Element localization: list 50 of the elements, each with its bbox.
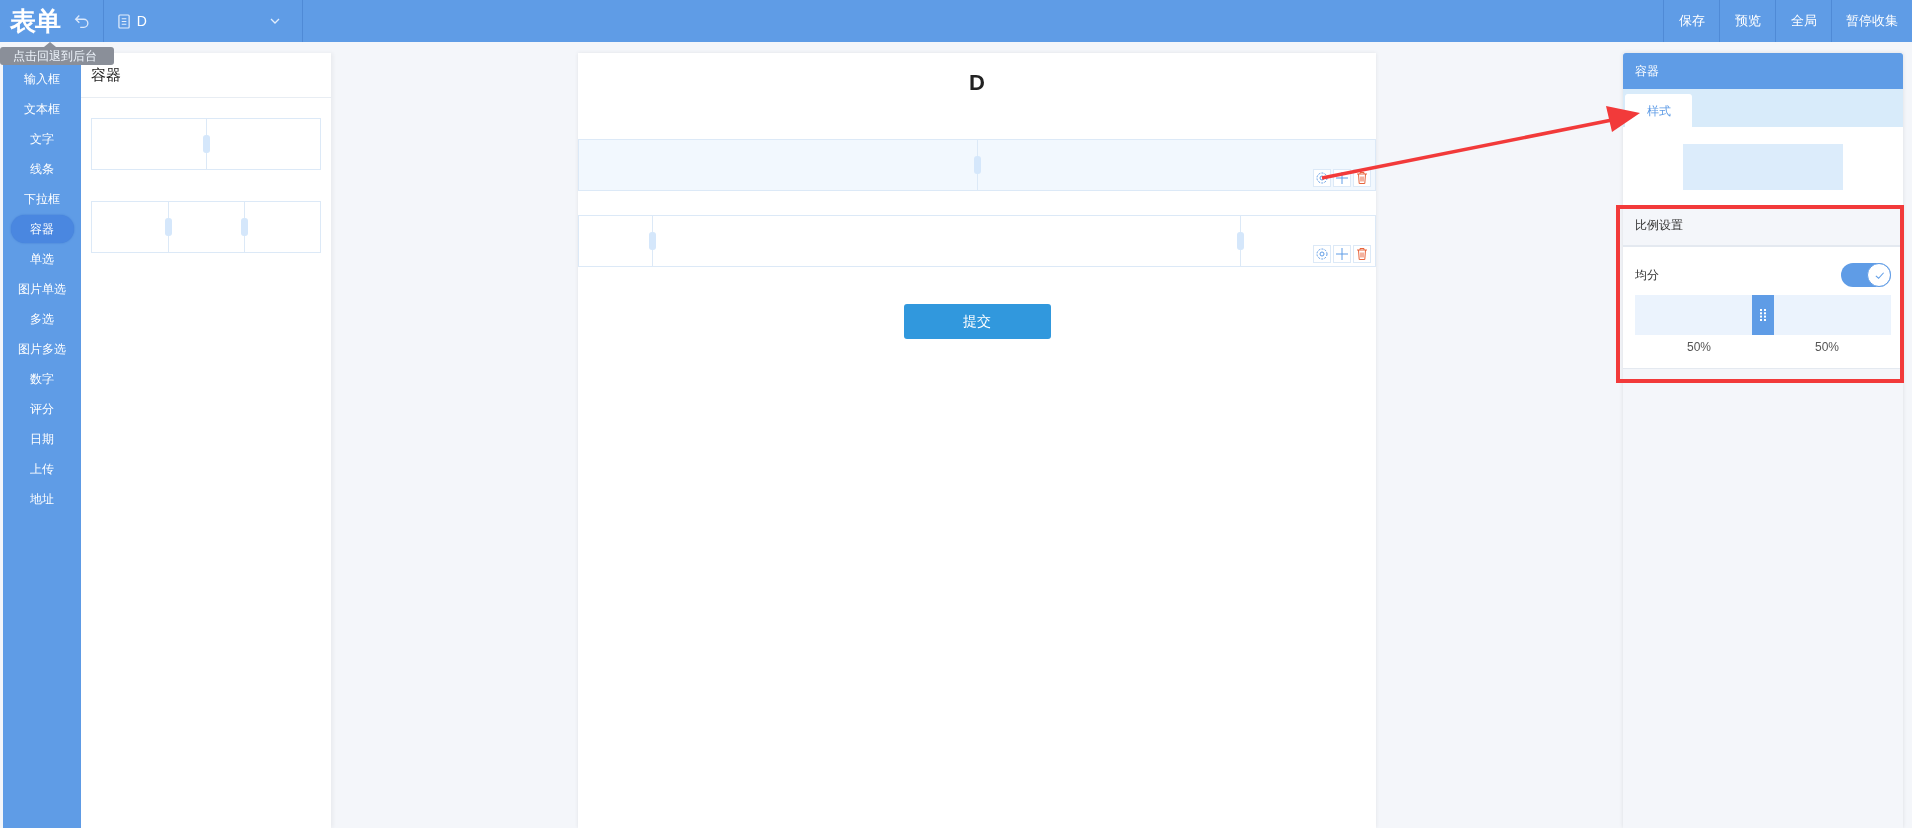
ratio-label: 50% — [1687, 339, 1711, 356]
column-handle[interactable] — [649, 232, 657, 250]
tab[interactable]: 样式 — [1625, 94, 1692, 127]
sidebar-item[interactable]: 上传 — [10, 455, 74, 483]
submit-button[interactable]: 提交 — [903, 304, 1051, 339]
column-handle[interactable] — [974, 156, 981, 174]
container-template[interactable] — [91, 118, 321, 170]
grip-icon — [1760, 309, 1766, 321]
toolbar-button[interactable]: 全局 — [1775, 0, 1831, 42]
undo-icon[interactable] — [72, 12, 91, 30]
sidebar-item[interactable]: 评分 — [10, 395, 74, 423]
toolbar-button[interactable]: 保存 — [1663, 0, 1719, 42]
trash-icon[interactable] — [1353, 245, 1371, 263]
section-title: 比例设置 — [1635, 217, 1683, 234]
add-icon[interactable] — [1333, 245, 1351, 263]
sidebar-item[interactable]: 数字 — [10, 365, 74, 393]
sidebar-item[interactable]: 文本框 — [10, 95, 74, 123]
split-handle[interactable] — [1752, 295, 1774, 335]
sidebar-item[interactable]: 图片多选 — [10, 335, 74, 363]
field-label: 均分 — [1635, 267, 1659, 284]
sidebar-item[interactable]: 图片单选 — [10, 275, 74, 303]
toolbar-button[interactable]: 暂停收集 — [1831, 0, 1912, 42]
form-title: D — [969, 69, 985, 97]
ratio-label: 50% — [1815, 339, 1839, 356]
panel-title: 容器 — [91, 64, 121, 85]
toggle-switch[interactable] — [1841, 263, 1891, 287]
document-name: D — [136, 11, 148, 31]
sidebar-item[interactable]: 线条 — [10, 155, 74, 183]
tooltip-text: 点击回退到后台 — [13, 50, 98, 62]
sidebar-item[interactable]: 容器 — [10, 215, 74, 243]
column-handle[interactable] — [165, 218, 172, 236]
sidebar-item[interactable]: 输入框 — [10, 65, 74, 93]
toolbar-button[interactable]: 预览 — [1719, 0, 1775, 42]
sidebar-item[interactable]: 地址 — [10, 485, 74, 513]
container-template[interactable] — [91, 201, 321, 253]
panel-title: 容器 — [1635, 63, 1659, 80]
sidebar-item[interactable]: 日期 — [10, 425, 74, 453]
column-handle[interactable] — [203, 135, 210, 153]
sidebar-item[interactable]: 文字 — [10, 125, 74, 153]
settings-icon[interactable] — [1313, 245, 1331, 263]
sidebar-item[interactable]: 单选 — [10, 245, 74, 273]
column-handle[interactable] — [241, 218, 248, 236]
document-icon — [117, 13, 131, 29]
sidebar-item[interactable]: 下拉框 — [10, 185, 74, 213]
logo[interactable]: 表单 — [0, 0, 71, 42]
settings-icon[interactable] — [1313, 169, 1331, 187]
document-selector[interactable]: D — [102, 0, 303, 42]
chevron-down-icon — [269, 18, 280, 24]
sidebar-item[interactable]: 多选 — [10, 305, 74, 333]
column-handle[interactable] — [1236, 232, 1244, 250]
